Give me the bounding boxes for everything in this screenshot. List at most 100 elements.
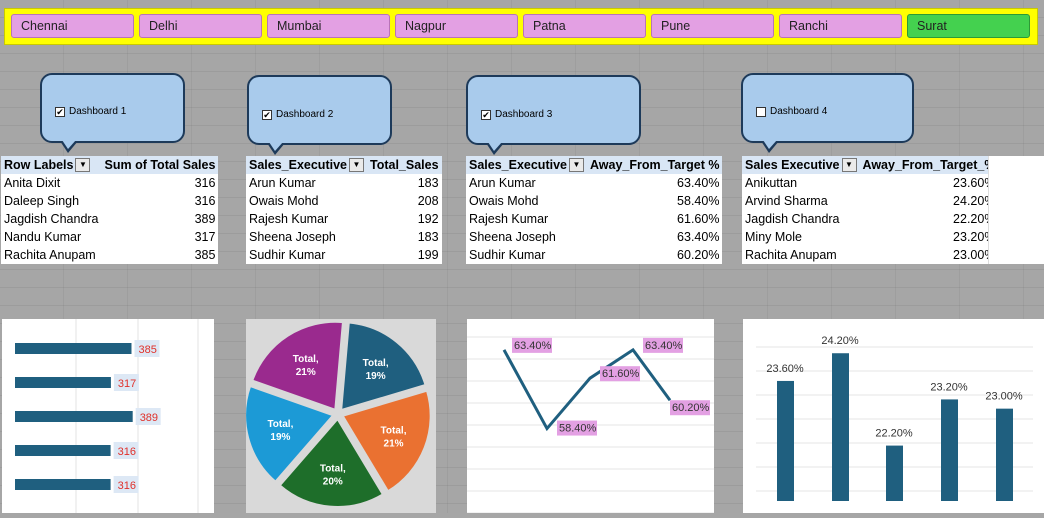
city-button-mumbai[interactable]: Mumbai xyxy=(267,14,390,38)
city-button-nagpur[interactable]: Nagpur xyxy=(395,14,518,38)
value-cell[interactable]: 58.40% xyxy=(587,192,722,210)
name-cell[interactable]: Rachita Anupam xyxy=(742,246,860,264)
value-cell[interactable]: 24.20% xyxy=(860,192,999,210)
city-button-delhi[interactable]: Delhi xyxy=(139,14,262,38)
chart-1-container[interactable]: 385 317 389 316 316 xyxy=(2,319,214,513)
name-cell[interactable]: Daleep Singh xyxy=(1,192,102,210)
header-sales-executive: Sales_Executive xyxy=(249,157,347,172)
data-label: 389 xyxy=(140,412,158,424)
slice-pct: 19% xyxy=(366,371,386,382)
value-cell[interactable]: 316 xyxy=(102,192,219,210)
table-row: Sudhir Kumar 199 xyxy=(246,246,442,264)
data-label: 23.60% xyxy=(766,363,804,375)
value-cell[interactable]: 23.60% xyxy=(860,174,999,192)
value-cell[interactable]: 316 xyxy=(102,174,219,192)
dashboard-4-checkbox[interactable]: Dashboard 4 xyxy=(756,106,827,117)
table-row: Rajesh Kumar 192 xyxy=(246,210,442,228)
chart-4-container[interactable]: 23.60% 24.20% 22.20% 23.20% 23.00% xyxy=(743,319,1044,516)
value-cell[interactable]: 385 xyxy=(102,246,219,264)
city-button-ranchi[interactable]: Ranchi xyxy=(779,14,902,38)
value-cell[interactable]: 389 xyxy=(102,210,219,228)
filter-icon[interactable]: ▼ xyxy=(75,158,91,173)
table-header: Sales_Executive ▼ Total_Sales xyxy=(246,156,442,174)
name-cell[interactable]: Rajesh Kumar xyxy=(466,210,587,228)
name-cell[interactable]: Sudhir Kumar xyxy=(246,246,367,264)
table-row: Arvind Sharma 24.20% xyxy=(742,192,998,210)
table-row: Miny Mole 23.20% xyxy=(742,228,998,246)
name-cell[interactable]: Jagdish Chandra xyxy=(742,210,860,228)
chart-2-container[interactable]: Total, 19% Total, 21% Total, 20% Total, 19% Tota… xyxy=(244,319,436,513)
table-row: Owais Mohd 58.40% xyxy=(466,192,722,210)
name-cell[interactable]: Rajesh Kumar xyxy=(246,210,367,228)
name-cell[interactable]: Owais Mohd xyxy=(246,192,367,210)
dashboard-4-label: Dashboard 4 xyxy=(770,106,828,117)
value-cell[interactable]: 61.60% xyxy=(587,210,722,228)
filter-icon[interactable]: ▼ xyxy=(349,158,364,173)
name-cell[interactable]: Anikuttan xyxy=(742,174,860,192)
city-button-surat[interactable]: Surat xyxy=(907,14,1030,38)
city-button-chennai[interactable]: Chennai xyxy=(11,14,134,38)
name-cell[interactable]: Sudhir Kumar xyxy=(466,246,587,264)
table-row: Jagdish Chandra 389 xyxy=(1,210,218,228)
dashboard-1-label: Dashboard 1 xyxy=(69,106,127,117)
value-cell[interactable]: 192 xyxy=(367,210,442,228)
data-label: 63.40% xyxy=(514,340,552,352)
value-cell[interactable]: 183 xyxy=(367,228,442,246)
name-cell[interactable]: Sheena Joseph xyxy=(246,228,367,246)
data-label: 61.60% xyxy=(602,368,640,380)
value-cell[interactable]: 183 xyxy=(367,174,442,192)
name-cell[interactable]: Owais Mohd xyxy=(466,192,587,210)
table-row: Owais Mohd 208 xyxy=(246,192,442,210)
series-line xyxy=(502,347,672,432)
dashboard-2-callout: ✔ Dashboard 2 xyxy=(247,75,392,155)
value-cell[interactable]: 199 xyxy=(367,246,442,264)
dashboard-3-label: Dashboard 3 xyxy=(495,109,553,120)
name-cell[interactable]: Rachita Anupam xyxy=(1,246,102,264)
slice-pct: 21% xyxy=(384,439,404,450)
name-cell[interactable]: Miny Mole xyxy=(742,228,860,246)
header-sum-total-sales: Sum of Total Sales xyxy=(104,158,216,172)
pivot-table-2: Sales_Executive ▼ Total_Sales Arun Kumar 1… xyxy=(246,156,442,264)
header-away-from-target: Away_From_Target % xyxy=(590,158,720,172)
name-cell[interactable]: Sheena Joseph xyxy=(466,228,587,246)
slice-pct: 20% xyxy=(323,476,343,487)
table-row: Anita Dixit 316 xyxy=(1,174,218,192)
name-cell[interactable]: Nandu Kumar xyxy=(1,228,102,246)
value-cell[interactable]: 63.40% xyxy=(587,228,722,246)
slice-label: Total, xyxy=(363,358,389,369)
header-away-from-target: Away_From_Target_% xyxy=(862,158,996,172)
dashboard-3-checkbox[interactable]: ✔ Dashboard 3 xyxy=(481,109,552,120)
table-row: Rachita Anupam 385 xyxy=(1,246,218,264)
name-cell[interactable]: Arvind Sharma xyxy=(742,192,860,210)
slice-label: Total, xyxy=(267,419,293,430)
value-cell[interactable]: 63.40% xyxy=(587,174,722,192)
name-cell[interactable]: Arun Kumar xyxy=(246,174,367,192)
dashboard-3-callout: ✔ Dashboard 3 xyxy=(466,75,641,155)
dashboard-1-checkbox[interactable]: ✔ Dashboard 1 xyxy=(55,106,126,117)
filter-icon[interactable]: ▼ xyxy=(569,158,584,173)
value-cell[interactable]: 208 xyxy=(367,192,442,210)
name-cell[interactable]: Arun Kumar xyxy=(466,174,587,192)
city-button-pune[interactable]: Pune xyxy=(651,14,774,38)
table-row: Sudhir Kumar 60.20% xyxy=(466,246,722,264)
value-cell[interactable]: 22.20% xyxy=(860,210,999,228)
checkbox-icon: ✔ xyxy=(262,109,272,120)
slice-pct: 21% xyxy=(296,367,316,378)
name-cell[interactable]: Anita Dixit xyxy=(1,174,102,192)
value-cell[interactable]: 23.20% xyxy=(860,228,999,246)
data-label: 385 xyxy=(138,344,156,356)
value-cell[interactable]: 317 xyxy=(102,228,219,246)
data-label: 60.20% xyxy=(672,402,710,414)
city-button-patna[interactable]: Patna xyxy=(523,14,646,38)
table-header: Sales_Executive ▼ Away_From_Target % xyxy=(466,156,723,174)
chart-3-container[interactable]: 63.40% 58.40% 61.60% 63.40% 60.20% xyxy=(467,319,714,514)
name-cell[interactable]: Jagdish Chandra xyxy=(1,210,102,228)
value-cell[interactable]: 60.20% xyxy=(587,246,722,264)
value-cell[interactable]: 23.00% xyxy=(860,246,999,264)
bar xyxy=(15,479,111,490)
checkbox-icon: ✔ xyxy=(55,106,65,117)
checkbox-icon xyxy=(756,106,766,117)
dashboard-2-checkbox[interactable]: ✔ Dashboard 2 xyxy=(262,109,333,120)
filter-icon[interactable]: ▼ xyxy=(841,158,857,173)
table-row: Daleep Singh 316 xyxy=(1,192,218,210)
